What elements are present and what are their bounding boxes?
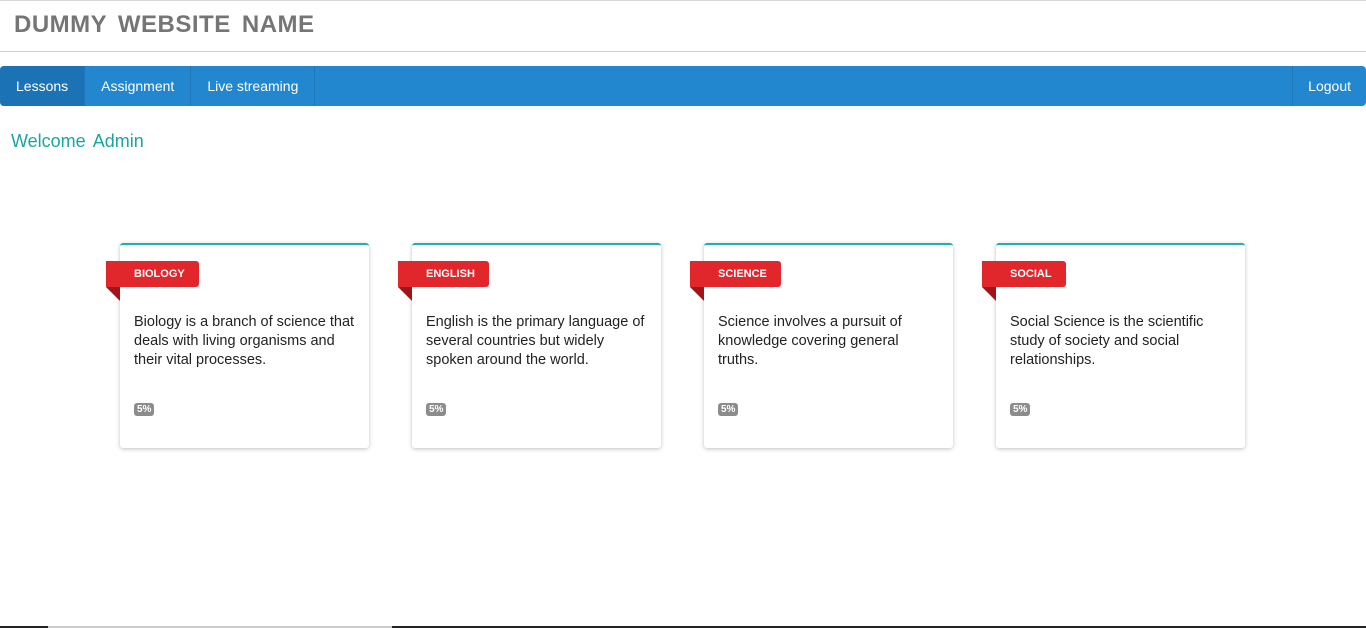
progress-badge: 5%	[426, 403, 447, 416]
progress-badge: 5%	[1010, 403, 1031, 416]
main-navbar: Lessons Assignment Live streaming Logout	[0, 66, 1366, 106]
course-card-science[interactable]: SCIENCE Science involves a pursuit of kn…	[690, 243, 953, 448]
course-tag: BIOLOGY	[106, 261, 199, 287]
welcome-heading: Welcome Admin	[11, 131, 144, 151]
course-description: Science involves a pursuit of knowledge …	[718, 314, 902, 368]
nav-menu: Lessons Assignment Live streaming	[0, 66, 316, 106]
nav-item-live-streaming[interactable]: Live streaming	[191, 66, 316, 106]
course-tag: SCIENCE	[690, 261, 781, 287]
course-description: Biology is a branch of science that deal…	[134, 314, 355, 368]
progress-badge: 5%	[718, 403, 739, 416]
course-tag: SOCIAL	[982, 261, 1066, 287]
progress-badge: 5%	[134, 403, 155, 416]
course-description: English is the primary language of sever…	[426, 314, 645, 368]
ribbon-fold	[398, 287, 412, 301]
nav-item-lessons[interactable]: Lessons	[0, 66, 86, 106]
site-header: DUMMY WEBSITE NAME	[0, 1, 1366, 52]
course-card-biology[interactable]: BIOLOGY Biology is a branch of science t…	[106, 243, 369, 448]
ribbon-fold	[982, 287, 996, 301]
course-tag: ENGLISH	[398, 261, 489, 287]
nav-item-assignment[interactable]: Assignment	[85, 66, 192, 106]
logout-button[interactable]: Logout	[1293, 66, 1366, 106]
course-card-english[interactable]: ENGLISH English is the primary language …	[398, 243, 661, 448]
ribbon-fold	[106, 287, 120, 301]
site-title[interactable]: DUMMY WEBSITE NAME	[14, 11, 315, 39]
course-description: Social Science is the scientific study o…	[1010, 314, 1204, 368]
nav-right: Logout	[1292, 66, 1366, 106]
ribbon-fold	[690, 287, 704, 301]
course-card-social[interactable]: SOCIAL Social Science is the scientific …	[982, 243, 1245, 448]
